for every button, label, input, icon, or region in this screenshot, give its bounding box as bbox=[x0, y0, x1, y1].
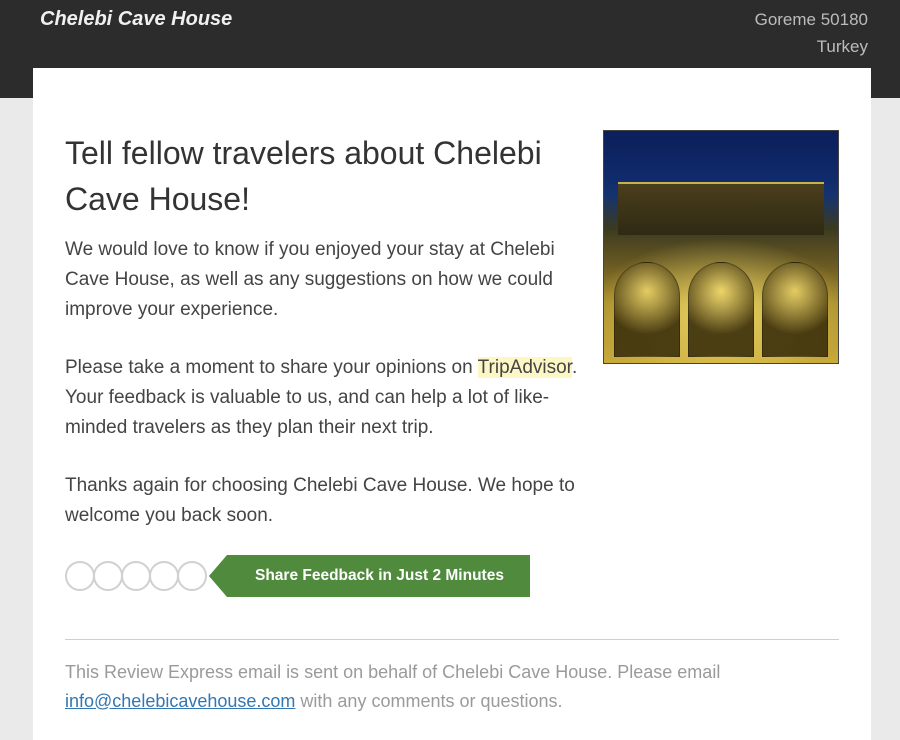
paragraph-thanks: Thanks again for choosing Chelebi Cave H… bbox=[65, 471, 579, 531]
cta-row: Share Feedback in Just 2 Minutes bbox=[65, 555, 839, 597]
footer-post: with any comments or questions. bbox=[295, 691, 562, 711]
body-text: We would love to know if you enjoyed you… bbox=[65, 235, 579, 531]
rating-circles[interactable] bbox=[65, 561, 205, 591]
para2-pre: Please take a moment to share your opini… bbox=[65, 357, 478, 378]
rating-circle-2[interactable] bbox=[93, 561, 123, 591]
rating-circle-4[interactable] bbox=[149, 561, 179, 591]
address-line-2: Turkey bbox=[755, 33, 868, 60]
footer-text: This Review Express email is sent on beh… bbox=[65, 658, 839, 716]
photo-decor bbox=[604, 235, 838, 363]
paragraph-intro: We would love to know if you enjoyed you… bbox=[65, 235, 579, 325]
page-title: Tell fellow travelers about Chelebi Cave… bbox=[65, 130, 579, 223]
footer-pre: This Review Express email is sent on beh… bbox=[65, 662, 720, 682]
share-feedback-button[interactable]: Share Feedback in Just 2 Minutes bbox=[227, 555, 530, 597]
property-photo bbox=[603, 130, 839, 364]
address-line-1: Goreme 50180 bbox=[755, 6, 868, 33]
hotel-name: Chelebi Cave House bbox=[40, 6, 232, 31]
email-card: Tell fellow travelers about Chelebi Cave… bbox=[33, 68, 871, 740]
paragraph-request: Please take a moment to share your opini… bbox=[65, 353, 579, 443]
rating-circle-5[interactable] bbox=[177, 561, 207, 591]
tripadvisor-highlight: TripAdvisor bbox=[478, 357, 572, 378]
contact-email-link[interactable]: info@chelebicavehouse.com bbox=[65, 691, 295, 711]
rating-circle-1[interactable] bbox=[65, 561, 95, 591]
divider bbox=[65, 639, 839, 640]
rating-circle-3[interactable] bbox=[121, 561, 151, 591]
hotel-address: Goreme 50180 Turkey bbox=[755, 6, 868, 60]
